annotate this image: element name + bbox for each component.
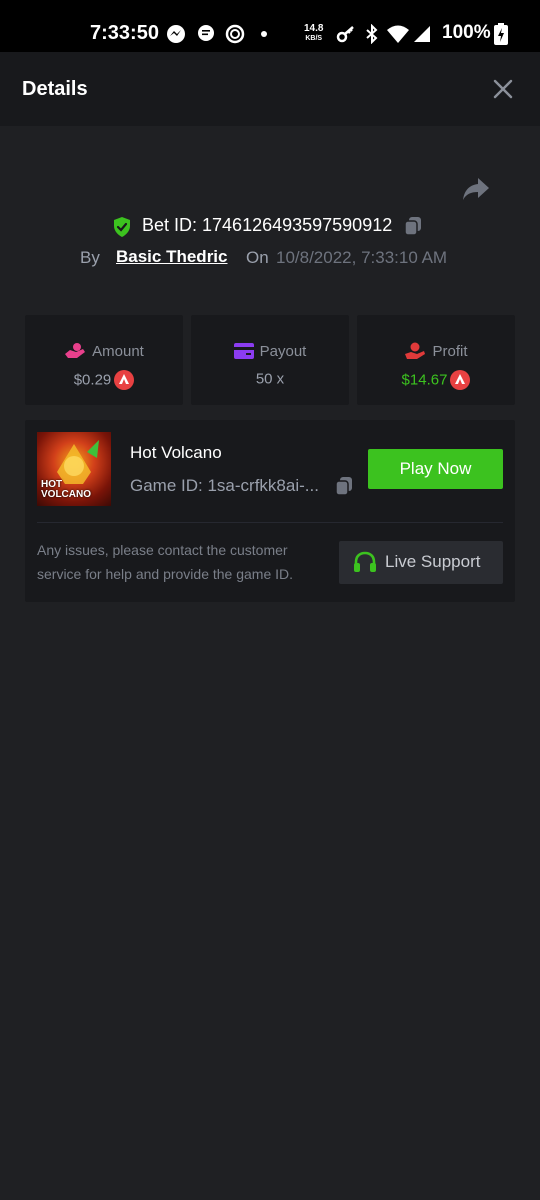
play-now-button[interactable]: Play Now [368, 449, 503, 489]
close-icon[interactable] [492, 78, 514, 100]
avalanche-coin-icon [450, 370, 471, 390]
copy-bet-id-icon[interactable] [404, 216, 422, 236]
user-link[interactable]: Basic Thedric [116, 247, 228, 267]
key-icon [336, 26, 354, 43]
details-header: Details [0, 52, 540, 126]
network-speed: 14.8 KB/S [304, 23, 324, 43]
game-thumbnail[interactable]: HOT VOLCANO [37, 432, 111, 506]
copy-game-id-icon[interactable] [335, 476, 353, 496]
bet-date: 10/8/2022, 7:33:10 AM [276, 248, 448, 267]
status-time: 7:33:50 [90, 22, 159, 44]
messenger-icon [167, 25, 185, 43]
status-bar: 7:33:50 14.8 KB/S 100% [0, 0, 540, 52]
live-support-button[interactable]: Live Support [339, 541, 503, 584]
on-label: On [246, 248, 269, 267]
profit-value: $14.67 [401, 371, 448, 389]
dot-icon [261, 31, 267, 37]
live-support-label: Live Support [385, 552, 481, 571]
battery-percent: 100% [442, 22, 491, 43]
share-icon[interactable] [462, 176, 490, 202]
signal-icon [414, 26, 430, 42]
bluetooth-icon [366, 24, 378, 44]
amount-value: $0.29 [73, 371, 112, 389]
support-text: Any issues, please contact the customer … [37, 542, 294, 582]
credit-card-icon [233, 343, 254, 360]
profit-hand-icon [405, 342, 426, 360]
game-name: Hot Volcano [130, 443, 222, 462]
profit-card: Profit $14.67 [357, 315, 515, 405]
profit-label: Profit [432, 342, 468, 360]
battery-charging-icon [494, 23, 508, 45]
amount-card: Amount $0.29 [25, 315, 183, 405]
payout-value: 50 x [255, 370, 285, 388]
divider [37, 522, 503, 523]
chat-icon [198, 25, 214, 41]
headphones-icon [354, 551, 376, 572]
page-title: Details [22, 78, 88, 100]
game-card: HOT VOLCANO Hot Volcano Game ID: 1sa-crf… [25, 420, 515, 602]
shield-check-icon [114, 217, 130, 237]
by-label: By [80, 248, 100, 267]
avalanche-coin-icon [114, 370, 135, 390]
thumbnail-title: HOT VOLCANO [41, 479, 91, 500]
game-id: Game ID: 1sa-crfkk8ai-... [130, 476, 319, 495]
bet-id: Bet ID: 1746126493597590912 [142, 215, 393, 235]
wifi-icon [387, 25, 409, 43]
payout-label: Payout [259, 342, 307, 360]
amount-label: Amount [92, 342, 144, 360]
payout-card: Payout 50 x [191, 315, 349, 405]
app-icon [225, 24, 245, 44]
money-hand-icon [65, 343, 86, 359]
